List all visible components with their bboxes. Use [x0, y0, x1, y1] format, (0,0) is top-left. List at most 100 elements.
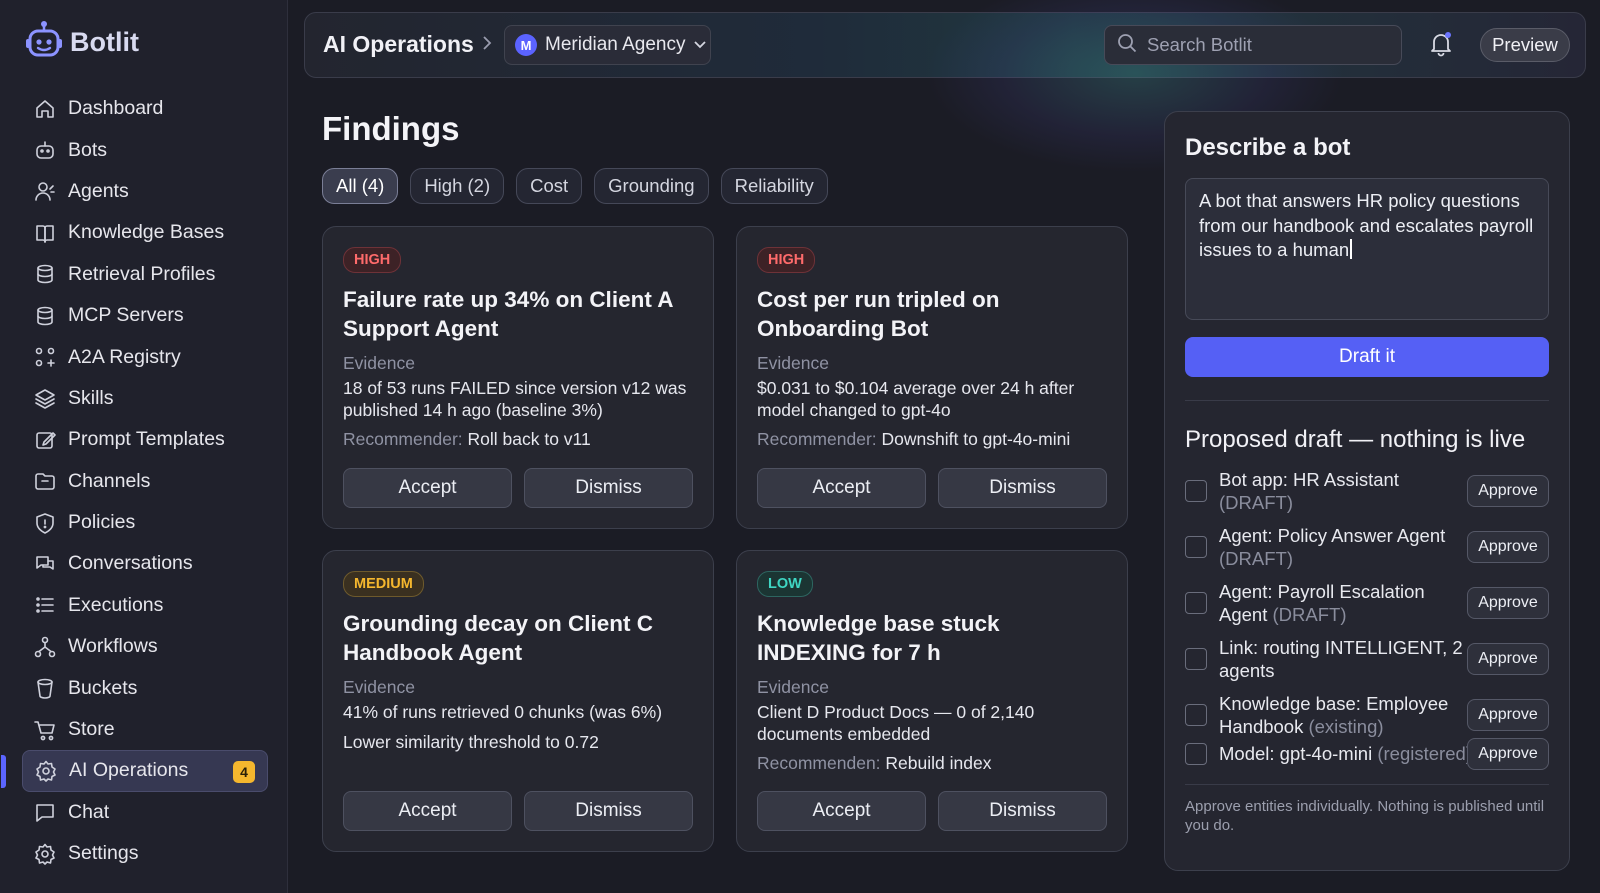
preview-button[interactable]: Preview: [1480, 28, 1570, 62]
filter-all[interactable]: All (4): [322, 168, 399, 204]
sidebar-item-buckets[interactable]: Buckets: [22, 667, 268, 708]
divider: [1185, 400, 1549, 401]
approve-checkbox[interactable]: [1185, 536, 1207, 558]
network-icon: [34, 346, 56, 368]
list-icon: [34, 594, 56, 616]
approve-button[interactable]: Approve: [1467, 643, 1549, 675]
accept-button[interactable]: Accept: [343, 791, 512, 831]
proposed-item-text: Knowledge base: Employee Handbook (exist…: [1219, 692, 1467, 738]
divider: [1185, 784, 1549, 785]
search-placeholder: Search Botlit: [1147, 34, 1252, 55]
finding-title: Cost per run tripled on Onboarding Bot: [757, 287, 1000, 341]
evidence-text: $0.031 to $0.104 average over 24 h after…: [757, 378, 1075, 420]
sidebar-item-skills[interactable]: Skills: [22, 378, 268, 419]
describe-title: Describe a bot: [1185, 134, 1351, 161]
sidebar-item-label: Channels: [68, 469, 151, 492]
card-actions: Accept Dismiss: [757, 791, 1107, 831]
card-actions: Accept Dismiss: [343, 468, 693, 508]
agency-name: Meridian Agency: [545, 34, 686, 55]
approve-button[interactable]: Approve: [1467, 475, 1549, 507]
sidebar-item-workflows[interactable]: Workflows: [22, 626, 268, 667]
approve-button[interactable]: Approve: [1467, 699, 1549, 731]
filter-cost[interactable]: Cost: [516, 168, 583, 204]
proposed-item-label: Model: gpt-4o-mini: [1219, 743, 1373, 764]
agency-switcher[interactable]: M Meridian Agency: [504, 25, 711, 65]
filter-grounding[interactable]: Grounding: [594, 168, 709, 204]
database-icon: [34, 263, 56, 285]
finding-card: MEDIUM Grounding decay on Client C Handb…: [322, 550, 714, 852]
sidebar-item-retrieval-profiles[interactable]: Retrieval Profiles: [22, 254, 268, 295]
brand-name: Botlit: [70, 26, 139, 57]
sidebar-item-bots[interactable]: Bots: [22, 129, 268, 170]
agency-avatar: M: [515, 34, 537, 56]
evidence-label: Evidence: [757, 353, 829, 373]
approve-checkbox[interactable]: [1185, 592, 1207, 614]
accept-button[interactable]: Accept: [757, 468, 926, 508]
filter-high[interactable]: High (2): [410, 168, 505, 204]
proposed-item-status: (DRAFT): [1272, 604, 1347, 625]
sidebar-item-channels[interactable]: Channels: [22, 461, 268, 502]
sidebar-item-store[interactable]: Store: [22, 709, 268, 750]
chat-icon: [34, 801, 56, 823]
layers-icon: [34, 387, 56, 410]
folder-icon: [34, 470, 56, 492]
sidebar-item-executions[interactable]: Executions: [22, 585, 268, 626]
approve-button[interactable]: Approve: [1467, 587, 1549, 619]
proposed-item-text: Agent: Payroll Escalation Agent (DRAFT): [1219, 580, 1467, 626]
notification-bell-icon[interactable]: [1429, 31, 1453, 62]
sidebar-item-label: Buckets: [68, 676, 138, 699]
sidebar-item-label: Retrieval Profiles: [68, 262, 216, 285]
finding-card: HIGH Failure rate up 34% on Client A Sup…: [322, 226, 714, 529]
evidence-text: Client D Product Docs — 0 of 2,140 docum…: [757, 702, 1035, 744]
sidebar-item-label: Settings: [68, 842, 139, 865]
sidebar-item-label: Executions: [68, 593, 164, 616]
robot-logo-icon: [26, 20, 62, 64]
sidebar-item-a2a-registry[interactable]: A2A Registry: [22, 336, 268, 377]
brand[interactable]: Botlit: [26, 20, 139, 64]
accept-button[interactable]: Accept: [757, 791, 926, 831]
draft-it-button[interactable]: Draft it: [1185, 337, 1549, 377]
dismiss-button[interactable]: Dismiss: [524, 468, 693, 508]
recommendation-value: Rebuild index: [885, 753, 992, 773]
approve-checkbox[interactable]: [1185, 648, 1207, 670]
home-icon: [34, 98, 56, 120]
approve-checkbox[interactable]: [1185, 480, 1207, 502]
sidebar-item-agents[interactable]: Agents: [22, 171, 268, 212]
finding-title: Grounding decay on Client C Handbook Age…: [343, 611, 654, 665]
approve-button[interactable]: Approve: [1467, 737, 1549, 770]
sidebar-item-settings[interactable]: Settings: [22, 833, 268, 874]
recommendation-key: Recommender:: [343, 429, 463, 449]
sidebar-item-mcp-servers[interactable]: MCP Servers: [22, 295, 268, 336]
dismiss-button[interactable]: Dismiss: [938, 791, 1107, 831]
approve-footnote: Approve entities individually. Nothing i…: [1185, 798, 1545, 834]
finding-card: HIGH Cost per run tripled on Onboarding …: [736, 226, 1128, 529]
shield-icon: [34, 512, 56, 534]
bot-description-textarea[interactable]: A bot that answers HR policy questions f…: [1185, 178, 1549, 320]
approve-checkbox[interactable]: [1185, 704, 1207, 726]
sidebar: Botlit Dashboard Bots Agents Knowledge Base…: [0, 0, 288, 893]
sidebar-nav: Dashboard Bots Agents Knowledge Bases Retrie…: [1, 88, 268, 874]
recommendation-value: Downshift to gpt-4o-mini: [881, 429, 1071, 449]
sidebar-item-policies[interactable]: Policies: [22, 502, 268, 543]
count-badge: 4: [233, 761, 255, 784]
sidebar-item-chat[interactable]: Chat: [22, 792, 268, 833]
sidebar-item-knowledge-bases[interactable]: Knowledge Bases: [22, 212, 268, 253]
dismiss-button[interactable]: Dismiss: [524, 791, 693, 831]
cart-icon: [34, 719, 56, 741]
sidebar-item-prompt-templates[interactable]: Prompt Templates: [22, 419, 268, 460]
filter-reliability[interactable]: Reliability: [720, 168, 828, 204]
accept-button[interactable]: Accept: [343, 468, 512, 508]
book-icon: [34, 222, 56, 244]
sidebar-item-dashboard[interactable]: Dashboard: [22, 88, 268, 129]
sidebar-item-ai-operations[interactable]: AI Operations 4: [1, 750, 268, 792]
edit-icon: [34, 429, 56, 451]
approve-checkbox[interactable]: [1185, 742, 1207, 765]
approve-button[interactable]: Approve: [1467, 531, 1549, 563]
search-input[interactable]: Search Botlit: [1104, 25, 1402, 65]
sidebar-item-label: Dashboard: [68, 97, 164, 120]
sidebar-item-label: Bots: [68, 138, 108, 161]
recommendation-key: Recommender:: [757, 429, 877, 449]
sidebar-item-conversations[interactable]: Conversations: [22, 543, 268, 584]
sidebar-item-label: AI Operations: [69, 759, 189, 782]
dismiss-button[interactable]: Dismiss: [938, 468, 1107, 508]
